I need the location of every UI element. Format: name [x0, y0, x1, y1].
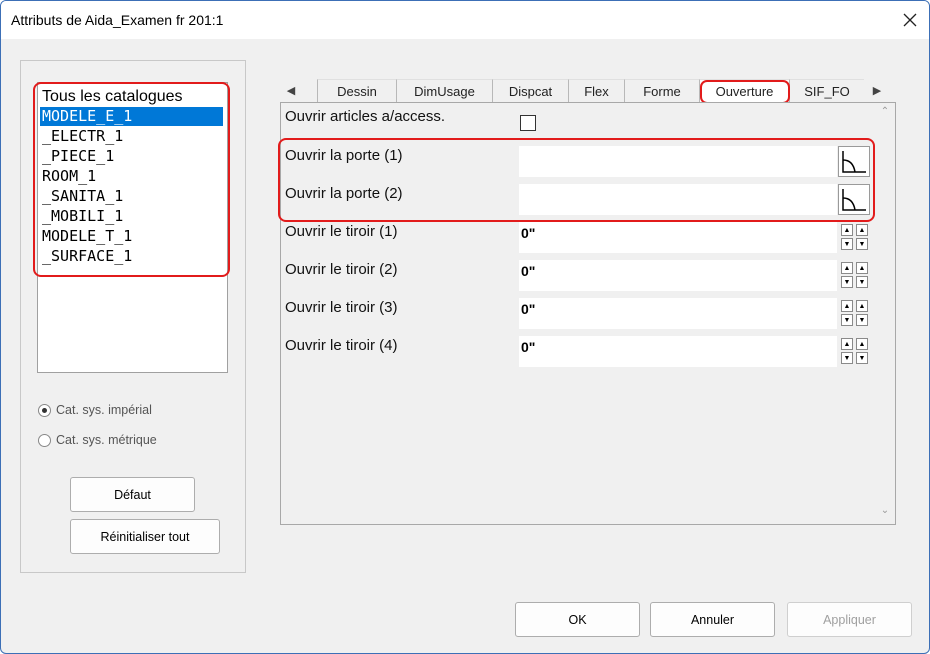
title-bar: Attributs de Aida_Examen fr 201:1: [1, 1, 929, 39]
spin-up-icon[interactable]: ▲: [856, 262, 868, 274]
catalog-item[interactable]: _MOBILI_1: [40, 207, 123, 226]
ok-button[interactable]: OK: [515, 602, 640, 637]
catalog-item[interactable]: MODELE_T_1: [40, 227, 132, 246]
catalog-item[interactable]: _PIECE_1: [40, 147, 114, 166]
spin-down-icon[interactable]: ▼: [841, 352, 853, 364]
spin-up-icon[interactable]: ▲: [841, 224, 853, 236]
radio-unselected-icon: [38, 433, 51, 447]
attribute-row: Ouvrir articles a/access.: [281, 103, 872, 140]
attribute-row: Ouvrir la porte (2): [281, 180, 872, 217]
door-angle-field-1[interactable]: [519, 146, 837, 177]
imperial-radio[interactable]: Cat. sys. impérial: [38, 403, 152, 417]
catalog-panel: Tous les catalogues MODELE_E_1 _ELECTR_1…: [20, 60, 246, 573]
cancel-button[interactable]: Annuler: [650, 602, 775, 637]
tab-scroll-left-icon[interactable]: ◀: [280, 78, 302, 102]
tab-sif-fo[interactable]: SIF_FO: [789, 79, 864, 102]
spin-down-icon[interactable]: ▼: [841, 314, 853, 326]
tab-forme[interactable]: Forme: [624, 79, 699, 102]
tab-flex[interactable]: Flex: [568, 79, 624, 102]
attribute-grid: Ouvrir articles a/access. Ouvrir la port…: [278, 102, 896, 525]
angle-icon: [842, 189, 866, 211]
attribute-row: Ouvrir la porte (1): [281, 142, 872, 179]
radio-selected-icon: [38, 403, 51, 417]
tab-scroll-right-icon[interactable]: ▶: [866, 78, 888, 102]
attribute-label: Ouvrir articles a/access.: [285, 108, 446, 125]
scroll-up-icon[interactable]: ⌃: [879, 106, 891, 118]
apply-button[interactable]: Appliquer: [787, 602, 912, 637]
spin-up-icon[interactable]: ▲: [856, 224, 868, 236]
tab-dessin[interactable]: Dessin: [317, 79, 396, 102]
angle-picker-button-1[interactable]: [838, 146, 870, 177]
spin-up-icon[interactable]: ▲: [856, 338, 868, 350]
angle-picker-button-2[interactable]: [838, 184, 870, 215]
spin-up-icon[interactable]: ▲: [841, 262, 853, 274]
attribute-label: Ouvrir le tiroir (1): [285, 223, 398, 240]
default-button[interactable]: Défaut: [70, 477, 195, 512]
metric-radio-label: Cat. sys. métrique: [56, 433, 157, 447]
spin-down-icon[interactable]: ▼: [856, 276, 868, 288]
drawer-field-2[interactable]: 0": [519, 260, 837, 291]
tab-dispcat[interactable]: Dispcat: [492, 79, 568, 102]
open-accessories-checkbox[interactable]: [520, 115, 536, 131]
spin-up-icon[interactable]: ▲: [856, 300, 868, 312]
door-angle-field-2[interactable]: [519, 184, 837, 215]
drawer-field-3[interactable]: 0": [519, 298, 837, 329]
attribute-label: Ouvrir le tiroir (3): [285, 299, 398, 316]
window-title: Attributs de Aida_Examen fr 201:1: [11, 12, 224, 28]
grid-scrollbar[interactable]: ⌃ ⌄: [875, 103, 895, 524]
dialog-window: Attributs de Aida_Examen fr 201:1 Tous l…: [0, 0, 930, 654]
drawer-field-4[interactable]: 0": [519, 336, 837, 367]
attribute-label: Ouvrir la porte (1): [285, 147, 403, 164]
catalog-listbox[interactable]: Tous les catalogues MODELE_E_1 _ELECTR_1…: [37, 82, 228, 373]
tab-ouverture[interactable]: Ouverture: [699, 79, 789, 102]
attribute-row: Ouvrir le tiroir (3) 0" ▲ ▲ ▼ ▼: [281, 294, 872, 331]
spin-down-icon[interactable]: ▼: [856, 314, 868, 326]
spin-down-icon[interactable]: ▼: [856, 352, 868, 364]
angle-icon: [842, 151, 866, 173]
tab-dimusage[interactable]: DimUsage: [396, 79, 492, 102]
catalog-item[interactable]: ROOM_1: [40, 167, 96, 186]
spin-down-icon[interactable]: ▼: [856, 238, 868, 250]
attribute-label: Ouvrir le tiroir (4): [285, 337, 398, 354]
drawer-field-1[interactable]: 0": [519, 222, 837, 253]
attribute-label: Ouvrir la porte (2): [285, 185, 403, 202]
spin-up-icon[interactable]: ▲: [841, 300, 853, 312]
spin-down-icon[interactable]: ▼: [841, 276, 853, 288]
attribute-row: Ouvrir le tiroir (2) 0" ▲ ▲ ▼ ▼: [281, 256, 872, 293]
spin-down-icon[interactable]: ▼: [841, 238, 853, 250]
attribute-row: Ouvrir le tiroir (4) 0" ▲ ▲ ▼ ▼: [281, 332, 872, 369]
close-button[interactable]: [895, 5, 925, 35]
attribute-tabs: ◀ Dessin DimUsage Dispcat Flex Forme Ouv…: [280, 78, 894, 104]
spin-up-icon[interactable]: ▲: [841, 338, 853, 350]
attribute-row: Ouvrir le tiroir (1) 0" ▲ ▲ ▼ ▼: [281, 218, 872, 255]
catalog-item[interactable]: _SURFACE_1: [40, 247, 132, 266]
catalog-list-header[interactable]: Tous les catalogues: [40, 87, 183, 106]
scroll-down-icon[interactable]: ⌄: [879, 505, 891, 517]
catalog-item[interactable]: MODELE_E_1: [40, 107, 223, 126]
metric-radio[interactable]: Cat. sys. métrique: [38, 433, 157, 447]
close-icon: [903, 13, 917, 27]
reset-all-button[interactable]: Réinitialiser tout: [70, 519, 220, 554]
imperial-radio-label: Cat. sys. impérial: [56, 403, 152, 417]
catalog-item[interactable]: _SANITA_1: [40, 187, 123, 206]
catalog-item[interactable]: _ELECTR_1: [40, 127, 123, 146]
attribute-label: Ouvrir le tiroir (2): [285, 261, 398, 278]
